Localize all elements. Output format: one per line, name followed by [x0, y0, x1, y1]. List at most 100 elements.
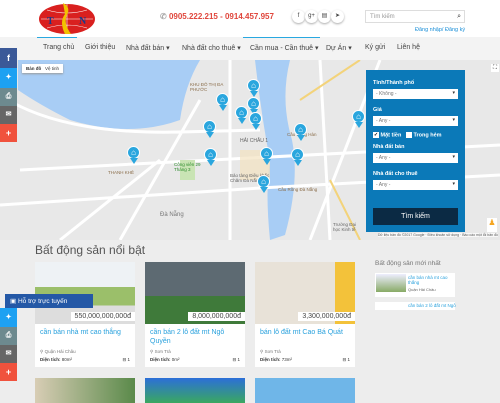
property-card[interactable]: 3,300,000,000đ bán lô đất mt Cao Bá Quát…	[255, 262, 355, 367]
featured-heading: Bất động sản nổi bật	[35, 243, 146, 257]
twitter-share-icon[interactable]: ✦	[0, 68, 17, 88]
map-label: THANH KHÊ	[108, 170, 135, 175]
map-marker[interactable]: ⌂	[294, 123, 307, 141]
facebook-icon[interactable]: f	[292, 10, 305, 23]
print-icon[interactable]: ⎙	[0, 327, 17, 345]
property-title[interactable]: bán lô đất mt Cao Bá Quát	[255, 324, 355, 349]
property-image[interactable]	[35, 378, 135, 403]
main-nav: Trang chủ Giới thiệu Nhà đất bán ▾ Nhà đ…	[0, 37, 500, 60]
search-input[interactable]: Tìm kiếm ⌕	[365, 10, 465, 23]
map-marker[interactable]: ⌂	[260, 147, 273, 165]
province-select[interactable]: - Không - ▾	[373, 89, 458, 99]
latest-item[interactable]: cần bán nhà mt cao thắng Quận Hải Châu	[375, 273, 455, 297]
rss-icon[interactable]: ▤	[318, 10, 331, 23]
search-icon[interactable]: ⌕	[457, 13, 461, 21]
nav-wanted[interactable]: Cần mua - Cần thuê ▾	[250, 44, 319, 52]
chevron-down-icon: ▾	[452, 117, 455, 123]
map-pin-icon: ⚲	[260, 349, 264, 354]
map-marker[interactable]: ⌂	[216, 93, 229, 111]
price-label: Giá	[373, 107, 382, 113]
map-pin-icon: ⚲	[150, 349, 154, 354]
mail-icon[interactable]: ✉	[0, 345, 17, 363]
map-marker[interactable]: ⌂	[249, 112, 262, 130]
mail-icon[interactable]: ✉	[0, 106, 17, 124]
facebook-share-icon[interactable]: f	[0, 48, 17, 68]
logo[interactable]: TN	[37, 2, 97, 35]
property-image[interactable]	[255, 378, 355, 403]
nav-home[interactable]: Trang chủ	[43, 44, 74, 51]
caret-down-icon: ▾	[237, 45, 241, 52]
latest-item[interactable]: cần bán 2 lô đất mt Ngô	[375, 302, 456, 310]
plus-share-icon[interactable]: +	[0, 363, 17, 381]
property-area: Diện tích: 0m² ⊟ 1	[150, 357, 240, 362]
property-image[interactable]: 8,000,000,000đ	[145, 262, 245, 324]
street-view-icon[interactable]: ♟	[487, 218, 497, 232]
nav-about[interactable]: Giới thiệu	[85, 44, 115, 51]
latest-title[interactable]: cần bán 2 lô đất mt Ngô	[408, 303, 456, 308]
property-title[interactable]: cần bán nhà mt cao thắng	[35, 324, 135, 349]
latest-title[interactable]: cần bán nhà mt cao thắng	[408, 275, 453, 285]
map-marker[interactable]: ⌂	[247, 79, 260, 97]
property-image[interactable]: 550,000,000,000đ	[35, 262, 135, 324]
map-marker[interactable]: ⌂	[203, 120, 216, 138]
property-area: Diện tích: 80m² ⊟ 1	[40, 357, 130, 362]
search-button[interactable]: Tìm kiếm	[373, 208, 458, 225]
bed-icon: ⊟	[342, 357, 347, 362]
phone-icon: ✆	[160, 12, 169, 21]
header: TN ✆ 0905.222.215 - 0914.457.957 f g+ ▤ …	[0, 0, 500, 37]
property-title[interactable]: cần bán 2 lô đất mt Ngô Quyền	[145, 324, 245, 349]
price-tag: 3,300,000,000đ	[298, 312, 355, 321]
latest-location: Quận Hải Châu	[408, 287, 436, 292]
twitter-icon[interactable]: ➤	[331, 10, 344, 23]
map-marker[interactable]: ⌂	[352, 110, 365, 128]
alley-checkbox[interactable]	[405, 132, 412, 138]
online-support-button[interactable]: ▣ Hỗ trợ trực tuyến	[5, 294, 93, 308]
caret-down-icon: ▾	[348, 45, 352, 52]
map-marker[interactable]: ⌂	[127, 146, 140, 164]
facebook-icon: ▣	[10, 298, 18, 305]
google-plus-icon[interactable]: g+	[305, 10, 318, 23]
sale-label: Nhà đất bán	[373, 144, 405, 151]
caret-down-icon: ▾	[166, 45, 170, 52]
property-card[interactable]: 8,000,000,000đ cần bán 2 lô đất mt Ngô Q…	[145, 262, 245, 367]
caret-down-icon: ▾	[315, 45, 319, 52]
map-pin-icon: ⚲	[40, 349, 44, 354]
plus-share-icon[interactable]: +	[0, 124, 17, 142]
map-label: Công viên 29 Tháng 3	[174, 162, 201, 172]
nav-projects[interactable]: Dự Án ▾	[326, 44, 352, 52]
map-marker[interactable]: ⌂	[204, 148, 217, 166]
map-credit: Dữ liệu bản đồ ©2017 Google · Điều khoản…	[377, 233, 498, 237]
print-icon[interactable]: ⎙	[0, 88, 17, 106]
rent-select[interactable]: - Any - ▾	[373, 180, 458, 191]
map-marker[interactable]: ⌂	[257, 175, 270, 193]
province-label: Tỉnh/Thành phố	[373, 80, 415, 86]
login-link[interactable]: Đăng nhập/ Đăng ký	[415, 27, 465, 33]
svg-text:N: N	[79, 16, 87, 27]
front-checkbox[interactable]: ✓	[373, 132, 379, 138]
property-image[interactable]	[145, 378, 245, 403]
price-tag: 550,000,000,000đ	[70, 312, 135, 321]
nav-rent[interactable]: Nhà đất cho thuê ▾	[182, 44, 241, 52]
fullscreen-icon[interactable]: ⛶	[491, 64, 499, 72]
nav-contact[interactable]: Liên hệ	[397, 44, 420, 51]
sale-select[interactable]: - Any - ▾	[373, 153, 458, 164]
nav-consign[interactable]: Ký gửi	[365, 44, 385, 51]
rent-label: Nhà đất cho thuê	[373, 171, 418, 178]
svg-text:T: T	[47, 16, 54, 27]
map-marker[interactable]: ⌂	[235, 106, 248, 124]
map-label: Cầu Rồng Đà Nẵng	[278, 187, 318, 192]
chevron-down-icon: ▾	[452, 181, 455, 188]
twitter-share-icon[interactable]: ✦	[0, 308, 17, 327]
map-label: HẢI CHÂU 1	[240, 138, 269, 144]
nav-sale[interactable]: Nhà đất bán ▾	[126, 44, 170, 52]
property-card[interactable]: 550,000,000,000đ cần bán nhà mt cao thắn…	[35, 262, 135, 367]
price-select[interactable]: - Any - ▾	[373, 116, 458, 126]
price-tag: 8,000,000,000đ	[188, 312, 245, 321]
active-indicator	[243, 37, 320, 38]
bed-icon: ⊟	[232, 357, 237, 362]
search-panel: Tỉnh/Thành phố - Không - ▾ Giá - Any - ▾ ✓…	[366, 70, 465, 232]
map-type-control[interactable]: Bản đồ Vệ tinh	[22, 64, 64, 73]
map-label: Trường Đại học Kinh tế	[333, 222, 357, 232]
property-image[interactable]: 3,300,000,000đ	[255, 262, 355, 324]
map-marker[interactable]: ⌂	[291, 148, 304, 166]
